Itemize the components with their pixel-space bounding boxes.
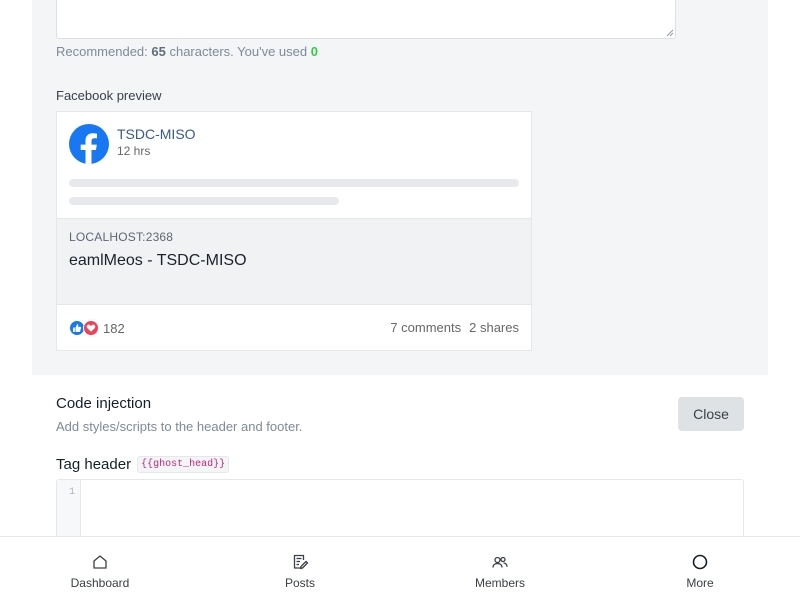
members-icon bbox=[492, 556, 508, 568]
recommended-count: 65 bbox=[151, 44, 166, 59]
nav-item-dashboard[interactable]: Dashboard bbox=[0, 537, 200, 600]
shares-count: 2 shares bbox=[469, 320, 519, 335]
nav-item-more[interactable]: More bbox=[600, 537, 800, 600]
more-icon bbox=[692, 554, 708, 570]
facebook-preview-card: TSDC-MISO 12 hrs LOCALHOST:2368 eamlMeos… bbox=[56, 111, 532, 351]
facebook-preview-label: Facebook preview bbox=[56, 88, 162, 103]
nav-label-more: More bbox=[686, 576, 714, 590]
facebook-link-title: eamlMeos - TSDC-MISO bbox=[69, 252, 247, 269]
code-injection-description: Add styles/scripts to the header and foo… bbox=[56, 419, 303, 434]
settings-panel: Recommended: 65 characters. You've used … bbox=[32, 0, 768, 375]
bottom-nav: Dashboard Posts Members More bbox=[0, 536, 800, 600]
ghost-head-code: {{ghost_head}} bbox=[137, 456, 230, 473]
excerpt-char-hint: Recommended: 65 characters. You've used … bbox=[56, 44, 318, 59]
facebook-logo-icon bbox=[69, 124, 109, 164]
nav-label-dashboard: Dashboard bbox=[70, 576, 130, 590]
close-button[interactable]: Close bbox=[678, 397, 744, 431]
line-number: 1 bbox=[68, 487, 75, 498]
used-count: 0 bbox=[310, 44, 318, 59]
nav-item-members[interactable]: Members bbox=[400, 537, 600, 600]
facebook-post-time: 12 hrs bbox=[117, 144, 151, 158]
excerpt-textarea[interactable] bbox=[56, 0, 676, 39]
tag-header-label: Tag header {{ghost_head}} bbox=[56, 456, 230, 473]
love-icon bbox=[83, 320, 99, 336]
nav-label-posts: Posts bbox=[284, 576, 315, 590]
text-placeholder-line bbox=[69, 179, 519, 187]
facebook-reactions: 182 bbox=[69, 320, 125, 336]
comments-count: 7 comments bbox=[390, 320, 462, 335]
nav-label-members: Members bbox=[474, 576, 525, 590]
facebook-link-domain: LOCALHOST:2368 bbox=[69, 230, 174, 244]
facebook-engagement-stats: 7 comments 2 shares bbox=[390, 320, 519, 335]
home-icon bbox=[93, 555, 107, 569]
code-injection-title: Code injection bbox=[56, 395, 152, 412]
reaction-count: 182 bbox=[103, 320, 125, 336]
text-placeholder-line bbox=[69, 197, 339, 205]
facebook-link-preview: LOCALHOST:2368 eamlMeos - TSDC-MISO bbox=[57, 218, 531, 305]
resize-grip-icon[interactable] bbox=[666, 29, 674, 37]
facebook-site-name: TSDC-MISO bbox=[117, 126, 196, 142]
nav-item-posts[interactable]: Posts bbox=[200, 537, 400, 600]
posts-icon bbox=[293, 554, 309, 570]
